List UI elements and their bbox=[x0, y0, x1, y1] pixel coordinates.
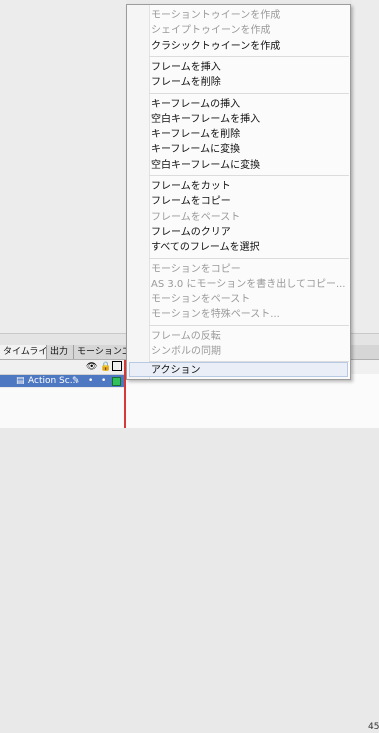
lock-dot-icon[interactable]: • bbox=[101, 375, 106, 387]
menu-item[interactable]: キーフレームを削除 bbox=[149, 127, 349, 142]
menu-separator bbox=[149, 55, 349, 57]
lock-icon[interactable]: 🔒 bbox=[100, 361, 111, 373]
menu-item[interactable]: フレームをカット bbox=[149, 179, 349, 194]
menu-item[interactable]: フレームのクリア bbox=[149, 225, 349, 240]
menu-item-label: 空白キーフレームを挿入 bbox=[151, 113, 261, 125]
menu-item[interactable]: フレームの反転 bbox=[149, 329, 349, 344]
menu-item-label: フレームを削除 bbox=[151, 77, 221, 89]
menu-item-label: 空白キーフレームに変換 bbox=[151, 159, 261, 171]
layer-name[interactable]: Action Sc... bbox=[28, 375, 78, 387]
menu-item-label: すべてのフレームを選択 bbox=[151, 242, 260, 254]
outline-icon[interactable] bbox=[112, 361, 122, 371]
menu-item-label: キーフレームに変換 bbox=[151, 144, 241, 156]
menu-item-label: キーフレームの挿入 bbox=[151, 98, 241, 110]
menu-item[interactable]: フレームを挿入 bbox=[149, 60, 349, 75]
menu-item[interactable]: モーションをペースト bbox=[149, 292, 349, 307]
menu-item-label: フレームのクリア bbox=[151, 226, 231, 238]
tab-motion-editor[interactable]: モーションエディタ bbox=[74, 345, 133, 359]
menu-item[interactable]: フレームをペースト bbox=[149, 210, 349, 225]
menu-item-label: キーフレームを削除 bbox=[151, 129, 241, 141]
layer-icon: ▤ bbox=[16, 376, 25, 386]
outline-color-icon[interactable] bbox=[112, 377, 121, 386]
menu-item-label: モーションを特殊ペースト... bbox=[151, 309, 280, 321]
menu-item-label: モーションをコピー bbox=[151, 263, 241, 275]
menu-item[interactable]: クラシックトゥイーンを作成 bbox=[149, 39, 349, 54]
menu-item[interactable]: フレームをコピー bbox=[149, 194, 349, 209]
menu-item-label: フレームをペースト bbox=[151, 211, 241, 223]
menu-item-label: モーションをペースト bbox=[151, 294, 251, 306]
menu-item[interactable]: 空白キーフレームに変換 bbox=[149, 158, 349, 173]
layer-row[interactable]: ▤ Action Sc... ✎ • • bbox=[0, 375, 126, 387]
menu-item[interactable]: AS 3.0 にモーションを書き出してコピー... bbox=[149, 277, 349, 292]
menu-item[interactable]: 空白キーフレームを挿入 bbox=[149, 112, 349, 127]
stage-background-left bbox=[0, 0, 126, 334]
menu-item[interactable]: フレームを削除 bbox=[149, 75, 349, 90]
menu-icon-gutter bbox=[127, 5, 150, 379]
menu-item[interactable]: シンボルの同期 bbox=[149, 344, 349, 359]
menu-item-label: フレームを挿入 bbox=[151, 61, 221, 73]
menu-separator bbox=[149, 175, 349, 176]
menu-item[interactable]: すべてのフレームを選択 bbox=[149, 240, 349, 255]
visibility-dot-icon[interactable]: • bbox=[88, 375, 93, 387]
frame-number-label: 45 bbox=[368, 722, 379, 732]
context-menu: モーショントゥイーンを作成 シェイプトゥイーンを作成 クラシックトゥイーンを作成 フレ… bbox=[126, 4, 351, 380]
menu-item-label: シェイプトゥイーンを作成 bbox=[151, 25, 271, 37]
menu-item-label: シンボルの同期 bbox=[151, 346, 221, 357]
menu-separator bbox=[149, 92, 349, 94]
menu-item-label: アクション bbox=[151, 365, 201, 376]
menu-item[interactable]: アクション bbox=[129, 362, 348, 377]
menu-item-label: クラシックトゥイーンを作成 bbox=[151, 40, 281, 52]
menu-separator bbox=[149, 257, 349, 259]
menu-item[interactable]: モーションを特殊ペースト... bbox=[149, 307, 349, 322]
menu-item-label: フレームをコピー bbox=[151, 196, 231, 208]
tab-output[interactable]: 出力 bbox=[47, 345, 74, 359]
stage-background-right bbox=[352, 0, 379, 334]
frames-area[interactable] bbox=[126, 374, 379, 428]
pencil-icon[interactable]: ✎ bbox=[72, 375, 80, 387]
menu-item[interactable]: キーフレームの挿入 bbox=[149, 97, 349, 112]
eye-icon[interactable]: 👁 bbox=[86, 361, 97, 373]
menu-item[interactable]: シェイプトゥイーンを作成 bbox=[149, 23, 349, 38]
menu-item[interactable]: モーショントゥイーンを作成 bbox=[149, 8, 349, 23]
menu-item[interactable]: モーションをコピー bbox=[149, 262, 349, 277]
menu-item[interactable]: キーフレームに変換 bbox=[149, 142, 349, 157]
menu-item-label: AS 3.0 にモーションを書き出してコピー... bbox=[151, 278, 346, 290]
menu-item-label: フレームの反転 bbox=[151, 330, 221, 342]
menu-separator bbox=[149, 324, 349, 326]
menu-item-label: フレームをカット bbox=[151, 181, 231, 192]
menu-item-label: モーショントゥイーンを作成 bbox=[151, 10, 281, 21]
layer-area bbox=[0, 388, 126, 428]
tab-timeline[interactable]: タイムライン bbox=[0, 345, 47, 359]
